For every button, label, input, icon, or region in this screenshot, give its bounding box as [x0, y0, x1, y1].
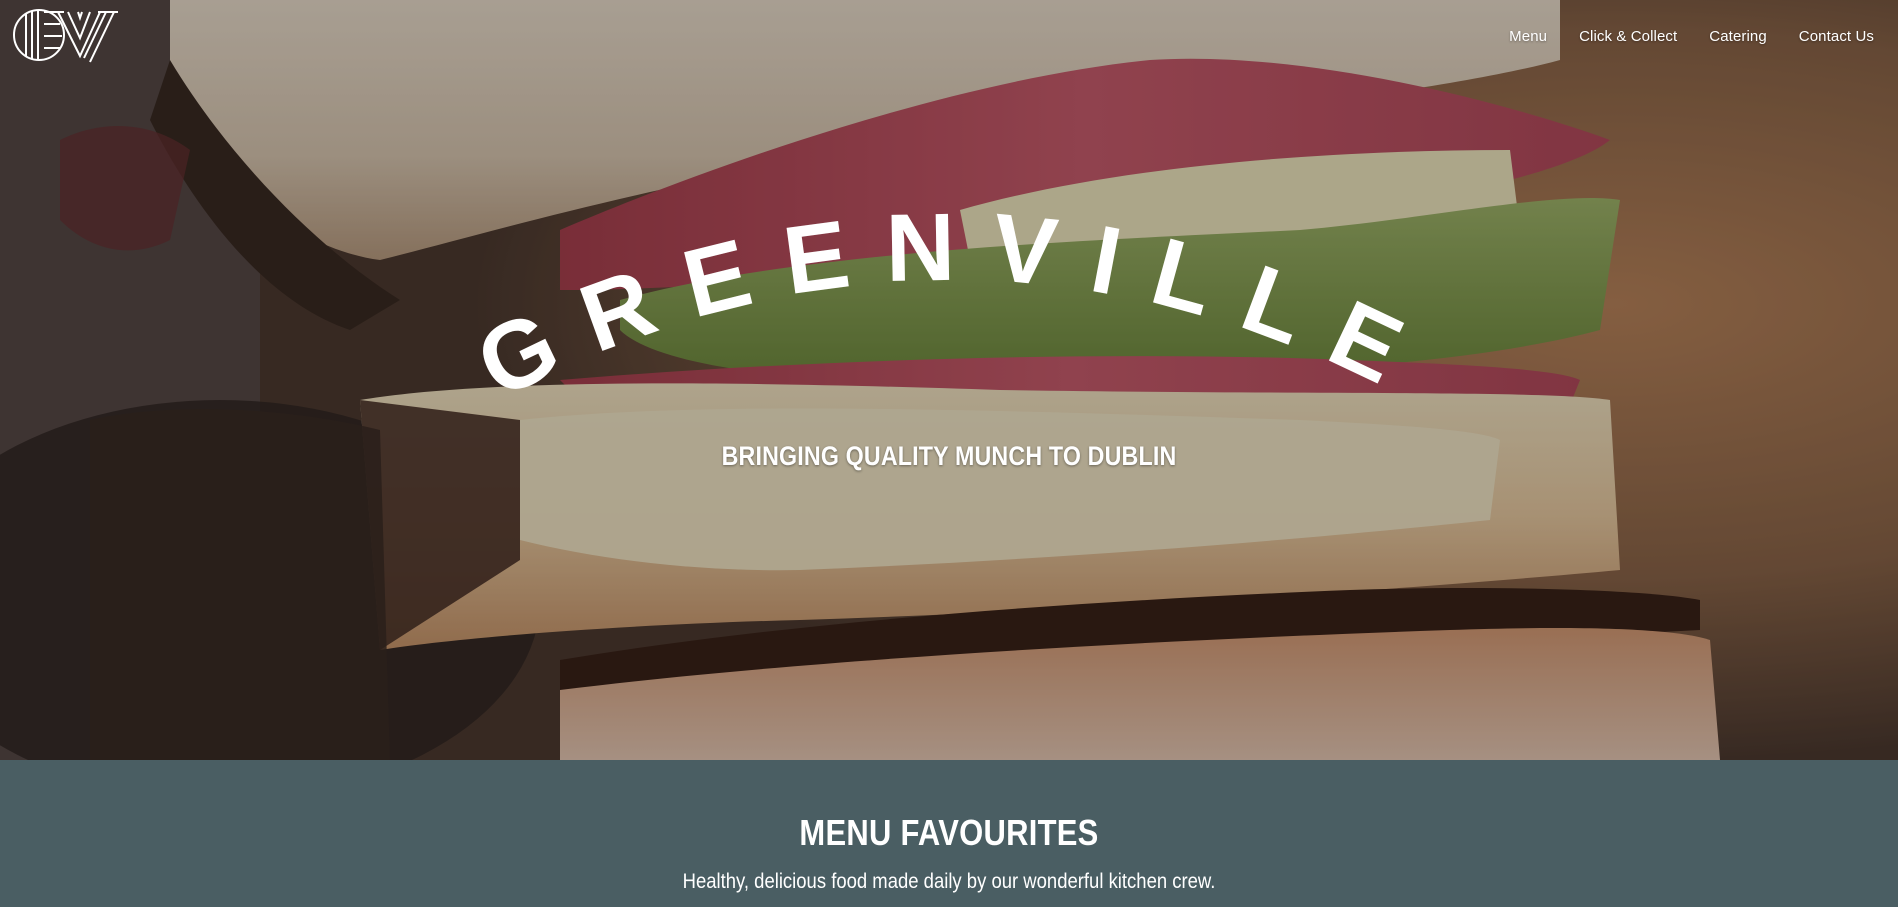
hero-tagline: BRINGING QUALITY MUNCH TO DUBLIN — [721, 441, 1177, 471]
nav-contact-us-link[interactable]: Contact Us — [1799, 26, 1874, 48]
page: Menu Click & Collect Catering Contact Us… — [0, 0, 1898, 907]
greenville-logo[interactable] — [10, 6, 122, 64]
menu-favourites-section: MENU FAVOURITES Healthy, delicious food … — [0, 760, 1898, 907]
hero-section: Menu Click & Collect Catering Contact Us… — [0, 0, 1898, 760]
hero-overlay — [0, 0, 1898, 760]
menu-favourites-subheading: Healthy, delicious food made daily by ou… — [682, 870, 1216, 893]
menu-favourites-heading: MENU FAVOURITES — [799, 812, 1099, 853]
main-nav: Menu Click & Collect Catering Contact Us — [1477, 26, 1874, 48]
nav-catering-link[interactable]: Catering — [1709, 26, 1767, 48]
nav-menu-link[interactable]: Menu — [1509, 26, 1547, 48]
nav-click-collect-link[interactable]: Click & Collect — [1579, 26, 1677, 48]
